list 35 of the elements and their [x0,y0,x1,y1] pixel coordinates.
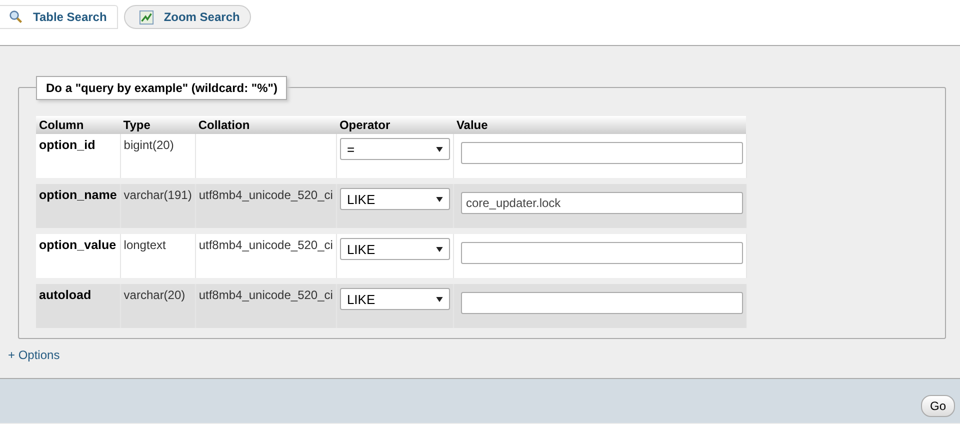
caret-icon [436,296,443,302]
column-header: Column [36,116,120,134]
table-cell: bigint(20) [120,134,196,181]
value-input[interactable] [460,242,743,264]
tab[interactable]: Zoom Search [124,5,251,29]
operator-dropdown[interactable]: LIKE [340,188,450,210]
search-icon [9,10,23,24]
table-cell: option_name [36,181,120,231]
table-cell: option_id [36,134,120,181]
fieldset-legend: Do a "query by example" (wildcard: "%") [36,76,288,100]
options-link[interactable]: + Options [8,348,60,362]
table-cell: varchar(191) [120,181,196,231]
table-cell: option_value [36,231,120,281]
table-cell: utf8mb4_unicode_520_ci [195,281,336,328]
value-input[interactable] [460,142,743,164]
chart-icon [138,10,154,24]
value-input[interactable]: core_updater.lock [460,192,743,214]
caret-icon [436,246,443,252]
tab[interactable]: Table Search [0,5,118,29]
column-header: Type [120,116,196,134]
operator-dropdown[interactable]: LIKE [340,288,450,310]
operator-dropdown[interactable]: LIKE [340,238,450,260]
table-cell: longtext [120,231,196,281]
go-button[interactable]: Go [920,395,955,417]
table-cell: utf8mb4_unicode_520_ci [195,181,336,231]
operator-dropdown[interactable]: = [340,138,450,160]
caret-icon [436,196,443,202]
table-cell: varchar(20) [120,281,196,328]
column-header: Operator [336,116,454,134]
column-header: Collation [195,116,336,134]
value-input[interactable] [460,292,743,314]
column-header: Value [453,116,746,134]
table-cell: utf8mb4_unicode_520_ci [195,231,336,281]
table-cell: autoload [36,281,120,328]
caret-icon [436,146,443,152]
